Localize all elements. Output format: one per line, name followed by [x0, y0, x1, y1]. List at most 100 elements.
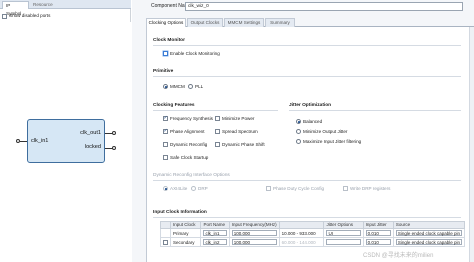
primitive-mmcm-radio[interactable]: [163, 84, 168, 89]
show-disabled-ports-label: Show disabled ports: [9, 13, 51, 18]
divider: [153, 217, 461, 218]
drp-radio[interactable]: [191, 186, 196, 191]
table-cell: Single ended clock capable pin: [392, 237, 466, 247]
jitter-minimize-output-radio[interactable]: [296, 129, 301, 134]
clocking-features-title: Clocking Features: [153, 103, 195, 108]
table-cell: [160, 237, 171, 247]
source-select[interactable]: Single ended clock capable pin: [395, 239, 462, 245]
table-cell: 0.010: [362, 237, 394, 247]
jitter-maximize-input-radio[interactable]: [296, 139, 301, 144]
clk-out1-pin-dot: [112, 131, 116, 135]
primitive-title: Primitive: [153, 69, 174, 74]
frequency-synthesis-label: Frequency Synthesis: [170, 115, 213, 121]
table-header: Port Name: [200, 221, 230, 229]
input-clock-title: Input Clock Information: [153, 210, 207, 215]
primitive-pll-label: PLL: [195, 83, 204, 89]
port-name-input[interactable]: clk_in1: [203, 230, 227, 236]
table-row: Secondary clk_in2 100.000 60.000 - 144.0…: [160, 237, 466, 247]
source-select[interactable]: Single ended clock capable pin: [395, 230, 462, 236]
table-cell: Secondary: [169, 237, 202, 247]
clock-monitor-title: Clock Monitor: [153, 38, 185, 43]
dynamic-reconfig-label: Dynamic Reconfig: [170, 141, 208, 147]
tab-ip-symbol[interactable]: IP Symbol: [2, 1, 29, 16]
table-cell: Primary: [169, 228, 202, 238]
component-name-row: Component Name clk_wiz_0: [132, 0, 474, 13]
input-jitter-input[interactable]: 0.010: [365, 239, 391, 245]
divider: [289, 110, 461, 111]
divider: [153, 180, 461, 181]
minimize-power-checkbox[interactable]: [215, 116, 220, 121]
watermark: CSDN @寻找未来的milien: [363, 253, 434, 259]
vertical-scrollbar[interactable]: [469, 27, 474, 262]
port-clk-in1: clk_in1: [31, 138, 49, 144]
table-cell: 0.010: [362, 228, 394, 238]
write-drp-checkbox[interactable]: [343, 186, 348, 191]
table-cell: clk_in1: [200, 228, 230, 238]
axi4lite-radio[interactable]: [163, 186, 168, 191]
input-jitter-input[interactable]: 0.010: [365, 230, 391, 236]
dynamic-reconfig-title: Dynamic Reconfig Interface Options: [153, 173, 230, 178]
tab-output-clocks[interactable]: Output Clocks: [187, 18, 223, 27]
left-tab-bar: IP Symbol Resource: [0, 0, 131, 16]
dynamic-phase-shift-checkbox[interactable]: [215, 142, 220, 147]
port-name-input[interactable]: clk_in2: [203, 239, 227, 245]
clk-in1-pin-dot: [16, 139, 20, 143]
safe-clock-startup-checkbox[interactable]: [163, 155, 168, 160]
table-header: Source: [392, 221, 466, 229]
show-disabled-ports-checkbox[interactable]: [2, 14, 7, 19]
table-header: [278, 221, 325, 229]
axi4lite-label: AXI4Lite: [170, 185, 188, 191]
table-header: Input Frequency(MHz): [228, 221, 280, 229]
phase-alignment-checkbox[interactable]: [163, 128, 168, 134]
symbol-options: Show disabled ports: [0, 11, 131, 21]
table-row: Primary clk_in1 100.000 10.000 - 933.000…: [160, 228, 466, 238]
jitter-maximize-input-label: Maximize Input Jitter filtering: [303, 138, 362, 144]
locked-pin-dot: [112, 146, 116, 150]
jitter-balanced-radio[interactable]: [296, 119, 301, 124]
table-header-row: Input Clock Port Name Input Frequency(MH…: [160, 221, 466, 229]
jitter-minimize-output-label: Minimize Output Jitter: [303, 128, 348, 134]
phase-duty-cycle-label: Phase Duty Cycle Config: [273, 185, 325, 191]
jitter-options-select[interactable]: [326, 239, 361, 245]
component-name-input[interactable]: clk_wiz_0: [185, 2, 463, 11]
tab-summary[interactable]: Summary: [265, 18, 295, 27]
drp-label: DRP: [198, 185, 208, 191]
table-cell: 60.000 - 144.000: [278, 237, 325, 247]
input-frequency-input[interactable]: 100.000: [231, 230, 277, 236]
input-frequency-input[interactable]: 100.000: [231, 239, 277, 245]
jitter-balanced-label: Balanced: [303, 118, 323, 124]
jitter-options-select[interactable]: UI: [326, 230, 361, 236]
phase-duty-cycle-checkbox[interactable]: [266, 186, 271, 191]
primitive-pll-radio[interactable]: [188, 84, 193, 89]
table-cell: UI: [323, 228, 364, 238]
divider: [153, 76, 461, 77]
jitter-optimization-title: Jitter Optimization: [289, 103, 332, 108]
frequency-synthesis-checkbox[interactable]: [163, 115, 168, 121]
config-tabs: Clocking Options Output Clocks MMCM Sett…: [146, 18, 474, 28]
spread-spectrum-checkbox[interactable]: [215, 129, 220, 134]
table-cell: [160, 228, 171, 238]
tab-mmcm-settings[interactable]: MMCM Settings: [224, 18, 264, 27]
configuration-panel: Component Name clk_wiz_0 Clocking Option…: [132, 0, 474, 262]
dynamic-reconfig-checkbox[interactable]: [163, 142, 168, 147]
port-locked: locked: [84, 144, 101, 150]
table-header: Input Jitter: [362, 221, 394, 229]
table-cell: [323, 237, 364, 247]
phase-alignment-label: Phase Alignment: [170, 128, 205, 134]
primitive-mmcm-label: MMCM: [170, 83, 185, 89]
write-drp-label: Write DRP registers: [350, 185, 391, 191]
table-header-select: [160, 221, 171, 229]
secondary-clock-checkbox[interactable]: [163, 239, 168, 245]
ip-symbol-panel: IP Symbol Resource Show disabled ports c…: [0, 0, 131, 262]
clk-wiz-block[interactable]: clk_in1 clk_out1 locked: [27, 119, 105, 163]
table-cell: Single ended clock capable pin: [392, 228, 466, 238]
table-header: Input Clock: [169, 221, 202, 229]
tab-resource[interactable]: Resource: [30, 1, 53, 9]
minimize-power-label: Minimize Power: [222, 115, 255, 121]
divider: [153, 110, 278, 111]
table-header: Jitter Options: [323, 221, 364, 229]
dynamic-phase-shift-label: Dynamic Phase Shift: [222, 141, 265, 147]
enable-clock-monitoring-label: Enable Clock Monitoring: [170, 50, 220, 56]
divider: [153, 45, 461, 46]
enable-clock-monitoring-checkbox[interactable]: [163, 51, 168, 56]
